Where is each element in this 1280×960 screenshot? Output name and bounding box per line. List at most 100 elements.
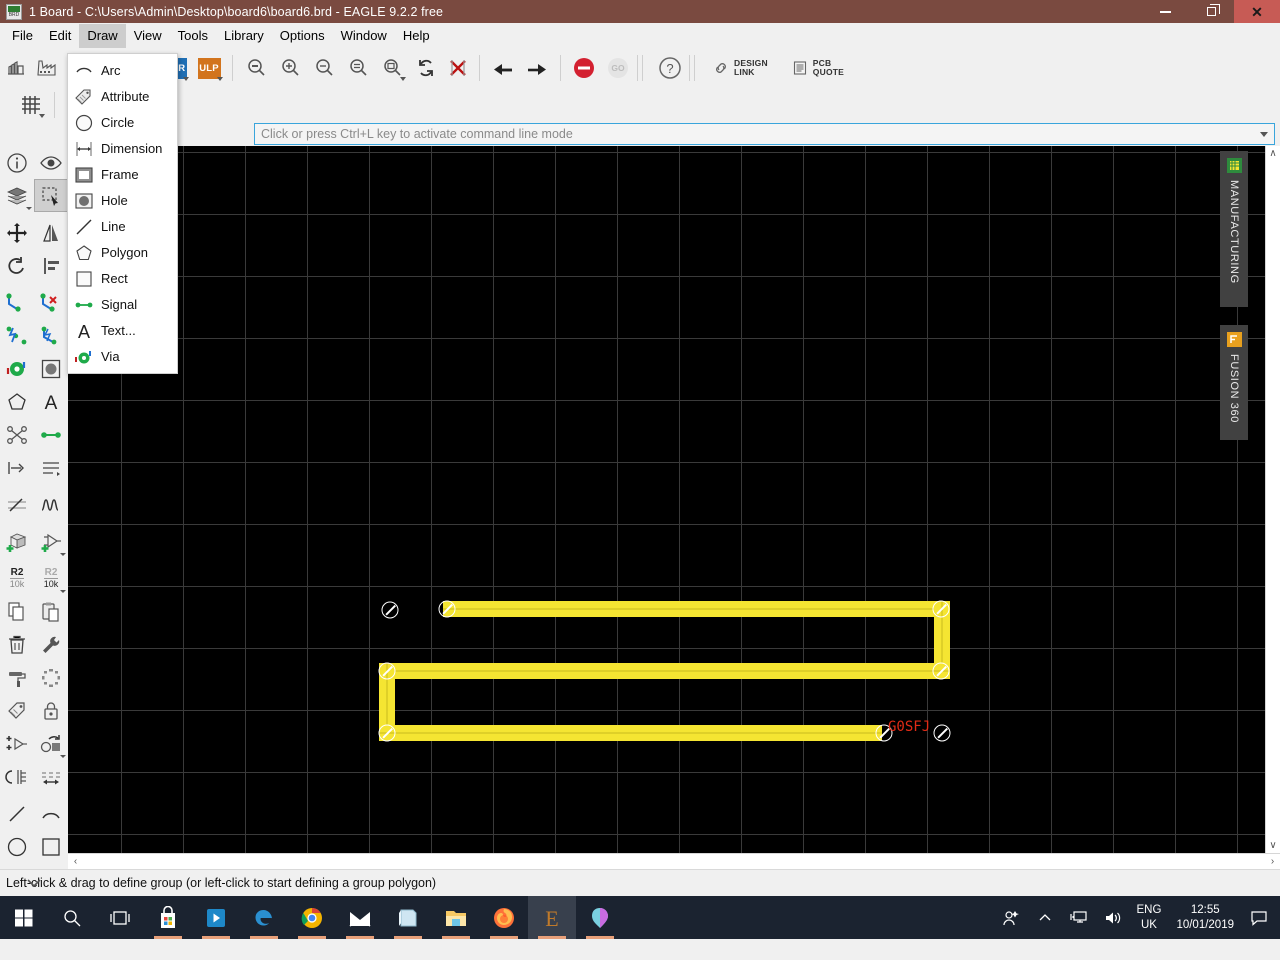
- zoom-fit-icon[interactable]: [239, 51, 273, 85]
- polygon-icon[interactable]: [0, 385, 34, 418]
- zoom-redraw-icon[interactable]: [341, 51, 375, 85]
- menu-file[interactable]: File: [4, 24, 41, 48]
- line-icon[interactable]: [0, 797, 34, 830]
- mail-button[interactable]: [336, 896, 384, 939]
- lock-icon[interactable]: [34, 694, 68, 727]
- text-icon[interactable]: A: [34, 385, 68, 418]
- vertical-scrollbar[interactable]: ∧ ∨: [1265, 146, 1280, 853]
- wire-icon[interactable]: [34, 418, 68, 451]
- hole-icon[interactable]: [34, 352, 68, 385]
- zoom-select-icon[interactable]: [375, 51, 409, 85]
- menu-window[interactable]: Window: [333, 24, 395, 48]
- manufacturing-tab[interactable]: MANUFACTURING: [1220, 151, 1248, 307]
- miter-icon[interactable]: [0, 451, 34, 484]
- microsoft-store-button[interactable]: [144, 896, 192, 939]
- close-button[interactable]: ✕: [1234, 0, 1280, 23]
- arc-icon[interactable]: [34, 797, 68, 830]
- menu-view[interactable]: View: [126, 24, 170, 48]
- file-explorer-button[interactable]: [432, 896, 480, 939]
- design-link-button[interactable]: DESIGN LINK: [707, 51, 774, 85]
- menu-item-frame[interactable]: Frame: [68, 162, 177, 188]
- circle-icon[interactable]: [0, 830, 34, 863]
- tools-wrench-icon[interactable]: [34, 628, 68, 661]
- photos-button[interactable]: [576, 896, 624, 939]
- start-button[interactable]: [0, 896, 48, 939]
- movies-tv-button[interactable]: [192, 896, 240, 939]
- restore-button[interactable]: [1188, 0, 1234, 23]
- volume-icon[interactable]: [1096, 896, 1130, 939]
- change-icon[interactable]: [34, 451, 68, 484]
- dimension-icon[interactable]: [34, 760, 68, 793]
- signal-wave-icon[interactable]: [34, 488, 68, 521]
- menu-item-via[interactable]: Via: [68, 344, 177, 370]
- zoom-in-icon[interactable]: [273, 51, 307, 85]
- redraw-icon[interactable]: [409, 51, 443, 85]
- command-input[interactable]: Click or press Ctrl+L key to activate co…: [254, 123, 1275, 145]
- pcb-grid[interactable]: G0SFJ MANUFACTURING FUSION 360: [68, 146, 1265, 853]
- grid-icon[interactable]: [14, 88, 48, 122]
- align-icon[interactable]: [34, 249, 68, 282]
- minimize-button[interactable]: [1142, 0, 1188, 23]
- edge-button[interactable]: [240, 896, 288, 939]
- pcb-quote-button[interactable]: PCB QUOTE: [786, 51, 850, 85]
- undo-icon[interactable]: [486, 51, 520, 85]
- menu-tools[interactable]: Tools: [170, 24, 216, 48]
- scroll-left-button[interactable]: ‹: [68, 854, 83, 869]
- menu-item-text[interactable]: A Text...: [68, 318, 177, 344]
- name-label-icon[interactable]: R2 10k: [0, 562, 34, 595]
- move-icon[interactable]: [0, 216, 34, 249]
- smash-icon[interactable]: [34, 661, 68, 694]
- menu-item-rect[interactable]: Rect: [68, 266, 177, 292]
- attribute-tag-icon[interactable]: [0, 694, 34, 727]
- autoroute-icon[interactable]: [0, 319, 34, 352]
- menu-item-polygon[interactable]: Polygon: [68, 240, 177, 266]
- menu-item-hole[interactable]: Hole: [68, 188, 177, 214]
- meander-icon[interactable]: [0, 488, 34, 521]
- menu-item-dimension[interactable]: Dimension: [68, 136, 177, 162]
- menu-help[interactable]: Help: [395, 24, 438, 48]
- copy-icon[interactable]: [0, 595, 34, 628]
- menu-item-line[interactable]: Line: [68, 214, 177, 240]
- people-icon[interactable]: [994, 896, 1028, 939]
- swap-icon[interactable]: [34, 727, 68, 760]
- notifications-icon[interactable]: [1242, 896, 1276, 939]
- board-canvas[interactable]: G0SFJ MANUFACTURING FUSION 360: [68, 146, 1265, 853]
- drc-errors-icon[interactable]: [443, 51, 473, 85]
- rect-icon[interactable]: [34, 830, 68, 863]
- rotate-icon[interactable]: [0, 249, 34, 282]
- add-part-icon[interactable]: [0, 525, 34, 558]
- clock[interactable]: 12:55 10/01/2019: [1168, 903, 1242, 933]
- replace-icon[interactable]: [0, 727, 34, 760]
- show-icon[interactable]: [34, 146, 68, 179]
- via-icon[interactable]: [0, 352, 34, 385]
- horizontal-scrollbar[interactable]: ‹ ›: [68, 853, 1280, 869]
- show-hidden-icons-icon[interactable]: [1028, 896, 1062, 939]
- help-icon[interactable]: ?: [653, 51, 687, 85]
- menu-item-signal[interactable]: Signal: [68, 292, 177, 318]
- split-icon[interactable]: [0, 418, 34, 451]
- scroll-up-button[interactable]: ∧: [1266, 146, 1280, 161]
- paint-icon[interactable]: [0, 661, 34, 694]
- menu-item-arc[interactable]: Arc: [68, 58, 177, 84]
- ratsnest-icon[interactable]: [34, 319, 68, 352]
- search-button[interactable]: [48, 896, 96, 939]
- paste-icon[interactable]: [34, 595, 68, 628]
- eagle-button[interactable]: E: [528, 896, 576, 939]
- sticky-notes-button[interactable]: [384, 896, 432, 939]
- menu-draw[interactable]: Draw: [79, 23, 126, 48]
- delete-icon[interactable]: [0, 628, 34, 661]
- ulp-user-language-icon[interactable]: ULP: [192, 51, 226, 85]
- group-select-icon[interactable]: [34, 179, 68, 212]
- menu-edit[interactable]: Edit: [41, 24, 79, 48]
- menu-item-circle[interactable]: Circle: [68, 110, 177, 136]
- zoom-out-icon[interactable]: [307, 51, 341, 85]
- manufacturing-preview-icon[interactable]: [30, 51, 64, 85]
- network-icon[interactable]: [1062, 896, 1096, 939]
- pinswap-icon[interactable]: [0, 760, 34, 793]
- fusion360-tab[interactable]: FUSION 360: [1220, 325, 1248, 440]
- open-file-icon[interactable]: [2, 51, 30, 85]
- chrome-button[interactable]: [288, 896, 336, 939]
- menu-item-attribute[interactable]: Attribute: [68, 84, 177, 110]
- menu-options[interactable]: Options: [272, 24, 333, 48]
- display-layers-icon[interactable]: [0, 179, 34, 212]
